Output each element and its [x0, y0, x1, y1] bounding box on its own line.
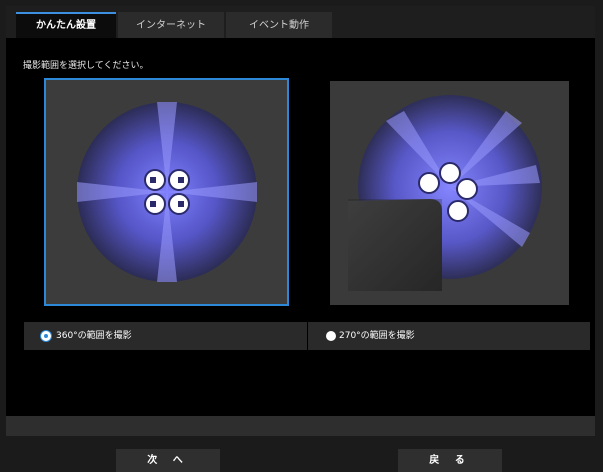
option-270-row[interactable]: 270°の範囲を撮影: [308, 322, 590, 350]
tab-easy-setup[interactable]: かんたん設置: [16, 12, 116, 38]
option-360-image[interactable]: [44, 78, 289, 306]
next-button[interactable]: 次 へ: [116, 449, 220, 472]
tab-internet[interactable]: インターネット: [118, 12, 224, 38]
coverage-360-diagram: [46, 80, 287, 304]
footer-strip: [6, 416, 595, 436]
radio-270[interactable]: [326, 331, 336, 341]
option-360-label: 360°の範囲を撮影: [56, 331, 132, 341]
instruction-text: 撮影範囲を選択してください。: [23, 61, 149, 71]
option-270-label: 270°の範囲を撮影: [339, 331, 415, 341]
option-270-image[interactable]: [330, 81, 569, 305]
radio-360[interactable]: [41, 331, 51, 341]
back-button[interactable]: 戻 る: [398, 449, 502, 472]
tab-event-action[interactable]: イベント動作: [226, 12, 332, 38]
coverage-270-diagram: [330, 81, 569, 305]
tab-bar: かんたん設置 インターネット イベント動作: [6, 6, 595, 38]
option-360-row[interactable]: 360°の範囲を撮影: [24, 322, 307, 350]
